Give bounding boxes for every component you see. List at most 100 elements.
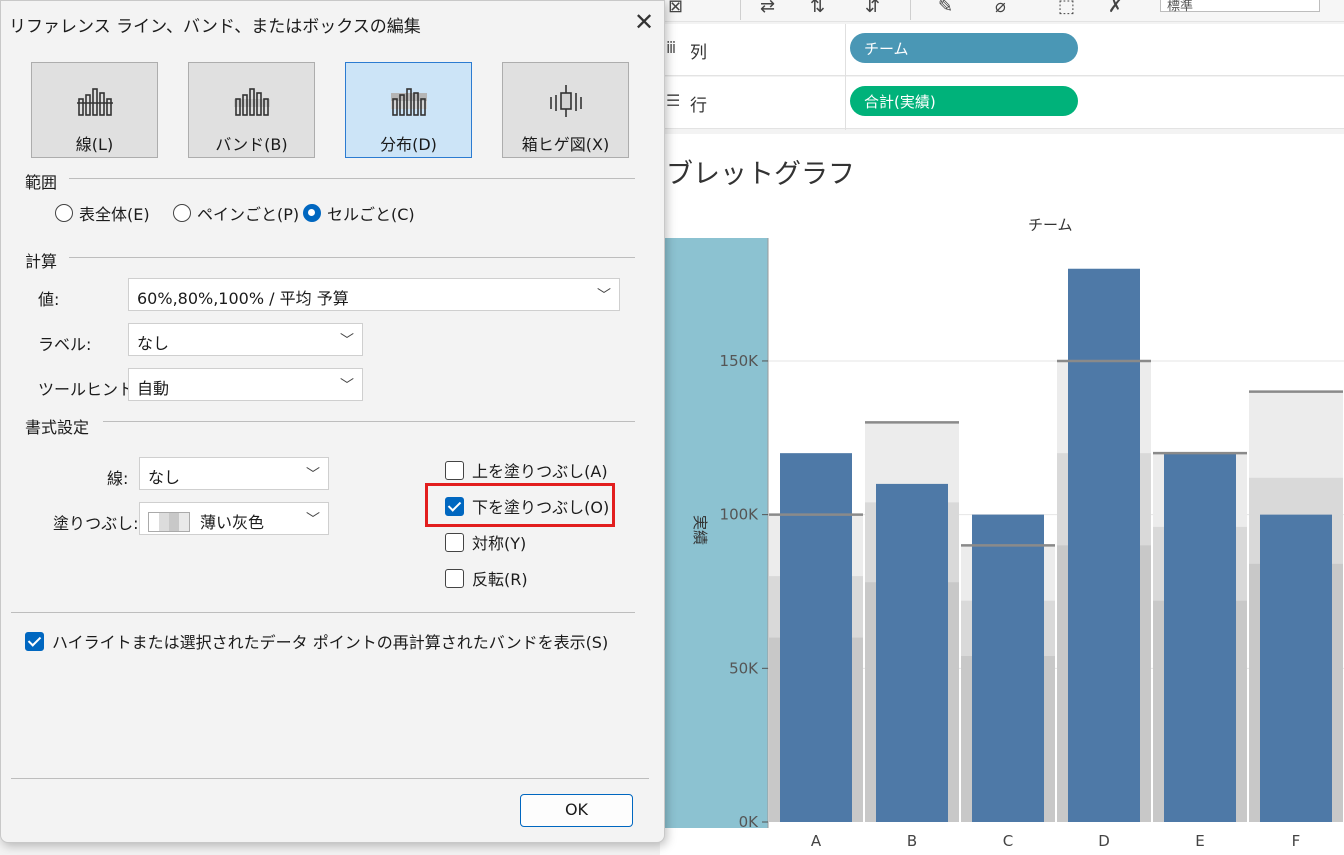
scope-table-radio[interactable]: 表全体(E) (55, 201, 150, 225)
type-distribution-label: 分布(D) (380, 135, 437, 154)
computation-heading: 計算 (25, 252, 58, 271)
close-icon[interactable]: ✕ (627, 5, 661, 39)
chevron-down-icon: ﹀ (306, 467, 320, 483)
toolbar-separator (910, 0, 911, 20)
fit-select[interactable]: 標準 (1160, 0, 1320, 14)
scope-pane-label: ペインごと(P) (197, 205, 300, 224)
rows-shelf-label: 行 (690, 96, 707, 116)
x-tick-label: C (1003, 832, 1013, 850)
swap-icon[interactable]: ⇄ (760, 0, 775, 17)
y-tick-label: 100K (720, 506, 760, 524)
x-tick-label: E (1195, 832, 1204, 850)
sheet-title: ブレットグラフ (666, 159, 855, 190)
x-tick-label: B (907, 832, 917, 850)
radio-circle (55, 204, 73, 222)
formatting-heading: 書式設定 (25, 418, 90, 437)
radio-circle-selected (303, 204, 321, 222)
bar-F[interactable] (1260, 514, 1332, 822)
sort-asc-icon[interactable]: ⇅ (810, 0, 825, 17)
y-axis-label: 実績 (691, 515, 709, 545)
divider (69, 178, 635, 179)
divider (69, 257, 635, 258)
fill-dropdown[interactable]: 薄い灰色 ﹀ (139, 502, 329, 535)
x-tick-label: F (1292, 832, 1301, 850)
value-label: 値: (38, 290, 60, 309)
fill-swatch (148, 512, 190, 532)
type-band-button[interactable]: バンド(B) (188, 62, 315, 158)
divider (11, 612, 635, 613)
value-dropdown[interactable]: 60%,80%,100% / 平均 予算 ﹀ (128, 278, 620, 311)
y-tick-label: 150K (720, 352, 760, 370)
radio-circle (173, 204, 191, 222)
scope-pane-radio[interactable]: ペインごと(P) (173, 201, 299, 225)
fill-above-label: 上を塗りつぶし(A) (472, 462, 608, 481)
bar-A[interactable] (780, 453, 852, 822)
columns-icon: ⅲ (666, 38, 677, 57)
value-dropdown-text: 60%,80%,100% / 平均 予算 (137, 289, 349, 308)
line-format-text: なし (148, 468, 181, 487)
recalc-bands-checkbox[interactable]: ハイライトまたは選択されたデータ ポイントの再計算されたバンドを表示(S) (25, 629, 608, 653)
shelf-divider (845, 24, 846, 130)
tooltip-label: ツールヒント: (38, 380, 140, 399)
highlight-icon[interactable]: ✎ (938, 0, 953, 17)
dialog-title: リファレンス ライン、バンド、またはボックスの編集 (9, 17, 421, 37)
checkbox (445, 568, 464, 588)
checkbox (445, 532, 464, 552)
distribution-type-icon (391, 88, 427, 116)
y-tick-label: 50K (729, 659, 759, 677)
divider (103, 421, 635, 422)
tooltip-dropdown-text: 自動 (137, 379, 170, 398)
bar-C[interactable] (972, 514, 1044, 822)
band-type-icon (234, 88, 270, 116)
recalc-bands-label: ハイライトまたは選択されたデータ ポイントの再計算されたバンドを表示(S) (52, 633, 609, 652)
label-dropdown-text: なし (137, 334, 170, 353)
chevron-down-icon: ﹀ (306, 512, 320, 528)
x-tick-label: A (811, 832, 822, 850)
axis-highlight-band (660, 238, 768, 828)
type-band-label: バンド(B) (215, 135, 288, 154)
type-boxplot-label: 箱ヒゲ図(X) (521, 135, 610, 154)
fill-label: 塗りつぶし: (53, 514, 139, 533)
bar-B[interactable] (876, 483, 948, 822)
scope-heading: 範囲 (25, 173, 58, 192)
y-tick-label: 0K (739, 813, 760, 831)
symmetric-label: 対称(Y) (472, 534, 527, 553)
edit-reference-dialog: リファレンス ライン、バンド、またはボックスの編集 ✕ 線(L) バンド(B) … (0, 0, 665, 843)
reverse-checkbox[interactable]: 反転(R) (445, 566, 528, 590)
type-boxplot-button[interactable]: 箱ヒゲ図(X) (502, 62, 629, 158)
label-dropdown[interactable]: なし ﹀ (128, 323, 363, 356)
label-label: ラベル: (38, 335, 92, 354)
columns-pill[interactable]: チーム (850, 33, 1078, 63)
toolbar-separator (740, 0, 741, 20)
pin-icon[interactable]: ✗ (1108, 0, 1123, 17)
fill-text: 薄い灰色 (200, 513, 265, 532)
chevron-down-icon: ﹀ (340, 333, 354, 349)
type-line-label: 線(L) (75, 135, 114, 154)
paperclip-icon[interactable]: ⌀ (995, 0, 1006, 17)
line-type-icon (77, 88, 113, 116)
bullet-chart[interactable]: A B C D E F 0K 50K 100K 150K 実績 (660, 230, 1344, 855)
x-tick-label: D (1098, 832, 1110, 850)
ok-button[interactable]: OK (520, 794, 633, 827)
chevron-down-icon: ﹀ (340, 378, 354, 394)
reverse-label: 反転(R) (472, 570, 528, 589)
fit-icon[interactable]: ⬚ (1058, 0, 1075, 17)
highlight-annotation (425, 483, 615, 527)
scope-cell-label: セルごと(C) (327, 205, 415, 224)
checkbox-checked (25, 631, 44, 651)
scope-cell-radio[interactable]: セルごと(C) (303, 201, 415, 225)
bar-E[interactable] (1164, 453, 1236, 822)
tooltip-dropdown[interactable]: 自動 ﹀ (128, 368, 363, 401)
rows-pill[interactable]: 合計(実績) (850, 86, 1078, 116)
boxplot-type-icon (550, 85, 582, 117)
fill-above-checkbox[interactable]: 上を塗りつぶし(A) (445, 458, 608, 482)
scope-table-label: 表全体(E) (79, 205, 150, 224)
line-format-dropdown[interactable]: なし ﹀ (139, 457, 329, 490)
divider (11, 778, 649, 779)
sort-desc-icon[interactable]: ⇵ (865, 0, 880, 17)
clear-sheet-icon[interactable]: ⊠ (668, 0, 683, 17)
type-distribution-button[interactable]: 分布(D) (345, 62, 472, 158)
bar-D[interactable] (1068, 268, 1140, 823)
symmetric-checkbox[interactable]: 対称(Y) (445, 530, 526, 554)
type-line-button[interactable]: 線(L) (31, 62, 158, 158)
